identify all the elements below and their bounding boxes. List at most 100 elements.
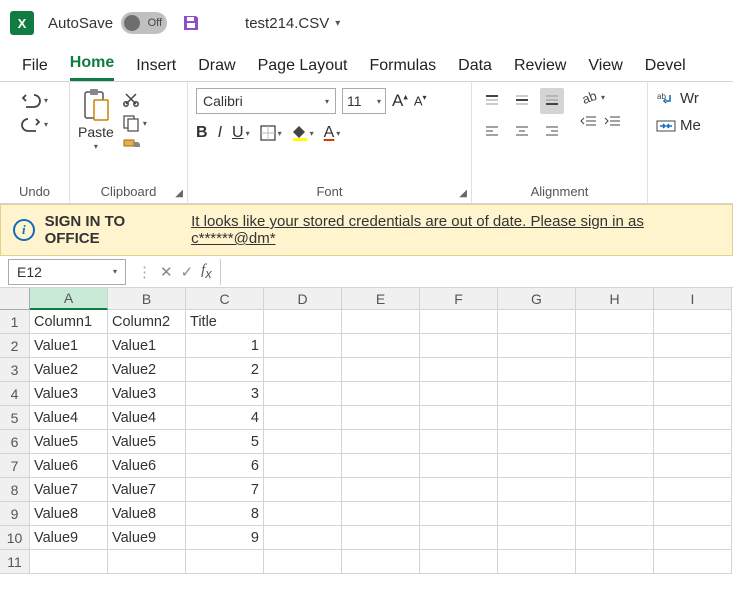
cell[interactable]: Value4	[108, 406, 186, 430]
cell[interactable]	[576, 430, 654, 454]
cell[interactable]	[654, 334, 732, 358]
cell[interactable]	[654, 454, 732, 478]
cell[interactable]	[342, 406, 420, 430]
cell[interactable]	[498, 310, 576, 334]
dialog-launcher-icon[interactable]: ◢	[459, 188, 467, 199]
cell[interactable]	[576, 550, 654, 574]
underline-button[interactable]: U▾	[232, 124, 250, 142]
column-header[interactable]: A	[30, 288, 108, 310]
cell[interactable]	[654, 310, 732, 334]
row-header[interactable]: 10	[0, 526, 30, 550]
cell[interactable]	[342, 526, 420, 550]
column-header[interactable]: I	[654, 288, 732, 310]
row-header[interactable]: 1	[0, 310, 30, 334]
row-header[interactable]: 8	[0, 478, 30, 502]
cell[interactable]: Value9	[30, 526, 108, 550]
cell[interactable]	[576, 358, 654, 382]
cell[interactable]	[654, 430, 732, 454]
font-color-button[interactable]: A▾	[324, 124, 341, 142]
cell[interactable]	[420, 454, 498, 478]
cell[interactable]: 8	[186, 502, 264, 526]
cell[interactable]	[576, 382, 654, 406]
cell[interactable]: Value3	[30, 382, 108, 406]
row-header[interactable]: 9	[0, 502, 30, 526]
cell[interactable]: 7	[186, 478, 264, 502]
cell[interactable]: 1	[186, 334, 264, 358]
cell[interactable]: Value5	[30, 430, 108, 454]
save-icon[interactable]	[181, 13, 201, 33]
cell[interactable]: Column1	[30, 310, 108, 334]
cell[interactable]	[342, 310, 420, 334]
cell[interactable]	[420, 382, 498, 406]
column-header[interactable]: B	[108, 288, 186, 310]
column-header[interactable]: C	[186, 288, 264, 310]
cell[interactable]	[264, 430, 342, 454]
cell[interactable]: Value6	[108, 454, 186, 478]
cell[interactable]: 5	[186, 430, 264, 454]
autosave-toggle[interactable]: AutoSave Off	[48, 12, 167, 34]
cell[interactable]	[264, 358, 342, 382]
cell[interactable]	[420, 430, 498, 454]
name-box[interactable]: E12 ▾	[8, 259, 126, 285]
cell[interactable]	[420, 526, 498, 550]
cell[interactable]	[654, 406, 732, 430]
borders-button[interactable]: ▾	[260, 125, 282, 141]
cell[interactable]: Value7	[108, 478, 186, 502]
format-painter-button[interactable]	[122, 138, 147, 156]
cell[interactable]	[264, 310, 342, 334]
column-header[interactable]: D	[264, 288, 342, 310]
cell[interactable]	[576, 502, 654, 526]
fill-color-button[interactable]: ▾	[292, 125, 314, 141]
orientation-button[interactable]: ab ▾	[580, 88, 622, 106]
cell[interactable]	[498, 454, 576, 478]
cell[interactable]	[576, 454, 654, 478]
undo-button[interactable]: ▾	[21, 92, 48, 108]
enter-formula-button[interactable]: ✓	[181, 263, 194, 281]
row-header[interactable]: 6	[0, 430, 30, 454]
wrap-text-button[interactable]: ab Wr	[656, 90, 725, 107]
cell[interactable]: Value8	[30, 502, 108, 526]
cell[interactable]: Value8	[108, 502, 186, 526]
cell[interactable]: Value1	[30, 334, 108, 358]
tab-file[interactable]: File	[22, 57, 48, 81]
row-header[interactable]: 3	[0, 358, 30, 382]
cell[interactable]: Value2	[108, 358, 186, 382]
align-right-button[interactable]	[540, 118, 564, 144]
cell[interactable]: Value2	[30, 358, 108, 382]
row-header[interactable]: 11	[0, 550, 30, 574]
align-bottom-button[interactable]	[540, 88, 564, 114]
tab-devel[interactable]: Devel	[645, 57, 686, 81]
cell[interactable]	[420, 334, 498, 358]
merge-center-button[interactable]: Me	[656, 117, 725, 134]
cell[interactable]: Value1	[108, 334, 186, 358]
cell[interactable]	[498, 478, 576, 502]
banner-message[interactable]: It looks like your stored credentials ar…	[191, 213, 720, 247]
cell[interactable]	[498, 430, 576, 454]
cell[interactable]	[576, 334, 654, 358]
decrease-font-button[interactable]: A▾	[414, 93, 427, 108]
cell[interactable]	[420, 478, 498, 502]
font-size-combo[interactable]: 11 ▾	[342, 88, 386, 114]
cell[interactable]	[498, 358, 576, 382]
cell[interactable]	[420, 406, 498, 430]
decrease-indent-button[interactable]	[580, 114, 598, 128]
column-header[interactable]: E	[342, 288, 420, 310]
cell[interactable]: 2	[186, 358, 264, 382]
cell[interactable]	[498, 406, 576, 430]
tab-formulas[interactable]: Formulas	[369, 57, 436, 81]
paste-button[interactable]: Paste ▾	[78, 88, 114, 151]
cell[interactable]: Column2	[108, 310, 186, 334]
cell[interactable]	[420, 550, 498, 574]
cell[interactable]	[342, 502, 420, 526]
tab-insert[interactable]: Insert	[136, 57, 176, 81]
font-name-combo[interactable]: Calibri ▾	[196, 88, 336, 114]
cell[interactable]	[420, 502, 498, 526]
tab-review[interactable]: Review	[514, 57, 566, 81]
dialog-launcher-icon[interactable]: ◢	[175, 188, 183, 199]
row-header[interactable]: 5	[0, 406, 30, 430]
cell[interactable]	[420, 310, 498, 334]
cell[interactable]	[264, 526, 342, 550]
cell[interactable]	[264, 502, 342, 526]
cell[interactable]	[498, 334, 576, 358]
column-header[interactable]: H	[576, 288, 654, 310]
